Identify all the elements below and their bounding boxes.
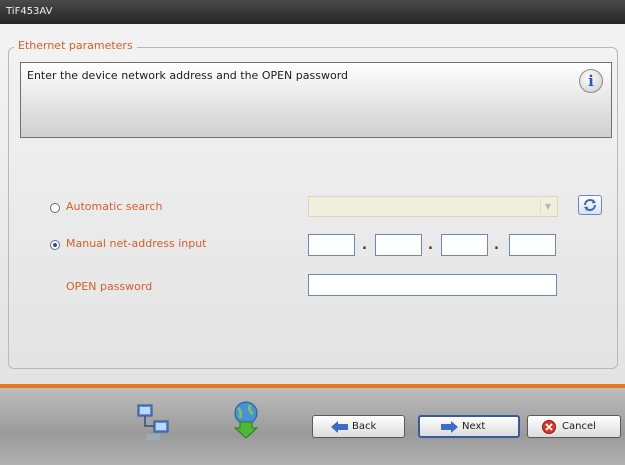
back-button[interactable]: Back [312,415,405,438]
back-label: Back [352,421,377,432]
next-button[interactable]: Next [418,415,520,438]
manual-input-label[interactable]: Manual net-address input [66,237,207,250]
next-label: Next [462,421,486,432]
ip-octet-2[interactable] [375,234,422,256]
info-icon: i [579,69,603,93]
globe-download-icon [233,401,259,439]
open-password-label: OPEN password [66,280,153,293]
info-box: Enter the device network address and the… [20,62,612,138]
close-icon [542,420,556,434]
cancel-button[interactable]: Cancel [527,415,621,438]
arrow-left-icon [331,421,348,433]
manual-input-radio[interactable] [50,240,60,250]
automatic-search-radio[interactable] [50,203,60,213]
refresh-icon [584,199,596,211]
ip-separator: . [494,238,499,253]
refresh-button[interactable] [578,195,602,215]
device-combo: ▼ [308,196,558,217]
window-title: TiF453AV [0,0,625,24]
ip-octet-4[interactable] [509,234,556,256]
network-devices-icon [137,404,169,440]
ip-octet-3[interactable] [441,234,488,256]
chevron-down-icon: ▼ [540,199,555,214]
arrow-right-icon [441,421,458,433]
group-legend: Ethernet parameters [14,39,137,52]
open-password-input[interactable] [308,274,557,296]
automatic-search-label[interactable]: Automatic search [66,200,162,213]
ip-octet-1[interactable] [308,234,355,256]
ip-separator: . [428,238,433,253]
cancel-label: Cancel [562,421,596,432]
info-text: Enter the device network address and the… [27,69,349,82]
ip-separator: . [362,238,367,253]
